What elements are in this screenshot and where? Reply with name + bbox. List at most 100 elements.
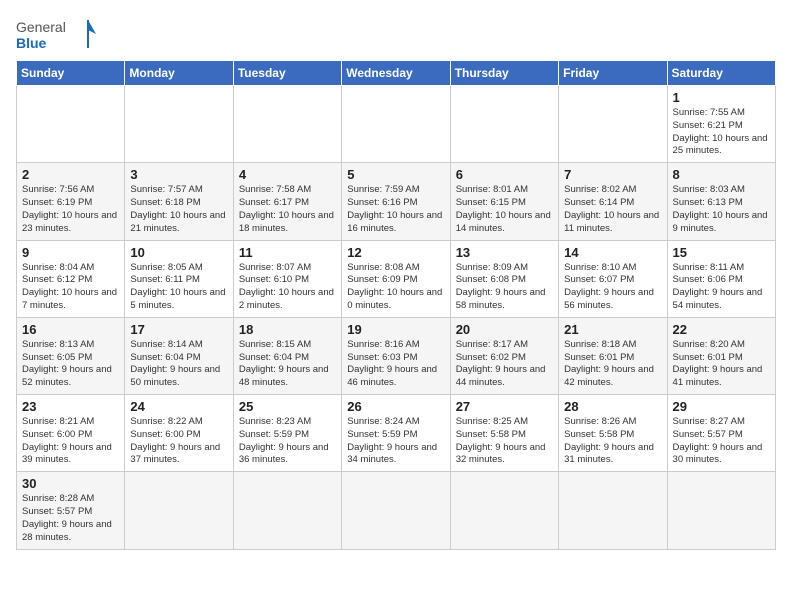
calendar-cell: 30 Sunrise: 8:28 AM Sunset: 5:57 PM Dayli… (17, 472, 125, 549)
weekday-header-friday: Friday (559, 61, 667, 86)
day-number: 16 (22, 322, 119, 337)
day-number: 27 (456, 399, 553, 414)
day-info: Sunrise: 8:21 AM Sunset: 6:00 PM Dayligh… (22, 416, 119, 467)
day-number: 1 (673, 90, 770, 105)
calendar-cell: 28 Sunrise: 8:26 AM Sunset: 5:58 PM Dayli… (559, 395, 667, 472)
day-number: 24 (130, 399, 227, 414)
weekday-header-thursday: Thursday (450, 61, 558, 86)
calendar-cell (125, 86, 233, 163)
day-number: 19 (347, 322, 444, 337)
calendar-cell (125, 472, 233, 549)
day-number: 30 (22, 476, 119, 491)
day-number: 8 (673, 167, 770, 182)
day-number: 4 (239, 167, 336, 182)
day-info: Sunrise: 8:04 AM Sunset: 6:12 PM Dayligh… (22, 262, 119, 313)
day-info: Sunrise: 8:07 AM Sunset: 6:10 PM Dayligh… (239, 262, 336, 313)
day-number: 21 (564, 322, 661, 337)
day-info: Sunrise: 8:18 AM Sunset: 6:01 PM Dayligh… (564, 339, 661, 390)
weekday-header-tuesday: Tuesday (233, 61, 341, 86)
svg-text:Blue: Blue (16, 35, 47, 51)
day-info: Sunrise: 7:59 AM Sunset: 6:16 PM Dayligh… (347, 184, 444, 235)
day-number: 10 (130, 245, 227, 260)
calendar-cell: 10 Sunrise: 8:05 AM Sunset: 6:11 PM Dayli… (125, 240, 233, 317)
day-number: 9 (22, 245, 119, 260)
calendar-cell: 26 Sunrise: 8:24 AM Sunset: 5:59 PM Dayli… (342, 395, 450, 472)
day-number: 11 (239, 245, 336, 260)
calendar-cell: 5 Sunrise: 7:59 AM Sunset: 6:16 PM Daylig… (342, 163, 450, 240)
day-info: Sunrise: 8:16 AM Sunset: 6:03 PM Dayligh… (347, 339, 444, 390)
calendar-cell: 7 Sunrise: 8:02 AM Sunset: 6:14 PM Daylig… (559, 163, 667, 240)
calendar-cell: 16 Sunrise: 8:13 AM Sunset: 6:05 PM Dayli… (17, 317, 125, 394)
calendar-cell: 15 Sunrise: 8:11 AM Sunset: 6:06 PM Dayli… (667, 240, 775, 317)
calendar-header: SundayMondayTuesdayWednesdayThursdayFrid… (17, 61, 776, 86)
day-number: 22 (673, 322, 770, 337)
day-info: Sunrise: 8:09 AM Sunset: 6:08 PM Dayligh… (456, 262, 553, 313)
calendar-table: SundayMondayTuesdayWednesdayThursdayFrid… (16, 60, 776, 550)
day-info: Sunrise: 7:58 AM Sunset: 6:17 PM Dayligh… (239, 184, 336, 235)
day-info: Sunrise: 8:15 AM Sunset: 6:04 PM Dayligh… (239, 339, 336, 390)
day-info: Sunrise: 8:02 AM Sunset: 6:14 PM Dayligh… (564, 184, 661, 235)
day-number: 5 (347, 167, 444, 182)
day-number: 12 (347, 245, 444, 260)
calendar-cell: 17 Sunrise: 8:14 AM Sunset: 6:04 PM Dayli… (125, 317, 233, 394)
day-number: 14 (564, 245, 661, 260)
calendar-cell: 22 Sunrise: 8:20 AM Sunset: 6:01 PM Dayli… (667, 317, 775, 394)
calendar-cell: 20Sunrise: 8:17 AM Sunset: 6:02 PM Dayli… (450, 317, 558, 394)
logo: General Blue (16, 16, 96, 52)
calendar-cell: 19 Sunrise: 8:16 AM Sunset: 6:03 PM Dayli… (342, 317, 450, 394)
day-info: Sunrise: 8:14 AM Sunset: 6:04 PM Dayligh… (130, 339, 227, 390)
calendar-cell (342, 86, 450, 163)
calendar-cell: 18 Sunrise: 8:15 AM Sunset: 6:04 PM Dayli… (233, 317, 341, 394)
day-info: Sunrise: 8:03 AM Sunset: 6:13 PM Dayligh… (673, 184, 770, 235)
day-number: 6 (456, 167, 553, 182)
day-number: 26 (347, 399, 444, 414)
calendar-cell (450, 472, 558, 549)
calendar-cell: 27Sunrise: 8:25 AM Sunset: 5:58 PM Dayli… (450, 395, 558, 472)
day-info: Sunrise: 7:56 AM Sunset: 6:19 PM Dayligh… (22, 184, 119, 235)
calendar-cell: 4 Sunrise: 7:58 AM Sunset: 6:17 PM Daylig… (233, 163, 341, 240)
calendar-cell: 25Sunrise: 8:23 AM Sunset: 5:59 PM Dayli… (233, 395, 341, 472)
calendar-cell: 29 Sunrise: 8:27 AM Sunset: 5:57 PM Dayli… (667, 395, 775, 472)
day-info: Sunrise: 8:22 AM Sunset: 6:00 PM Dayligh… (130, 416, 227, 467)
day-info: Sunrise: 7:55 AM Sunset: 6:21 PM Dayligh… (673, 107, 770, 158)
calendar-cell: 23 Sunrise: 8:21 AM Sunset: 6:00 PM Dayli… (17, 395, 125, 472)
day-info: Sunrise: 8:13 AM Sunset: 6:05 PM Dayligh… (22, 339, 119, 390)
day-info: Sunrise: 8:10 AM Sunset: 6:07 PM Dayligh… (564, 262, 661, 313)
day-number: 18 (239, 322, 336, 337)
day-info: Sunrise: 8:24 AM Sunset: 5:59 PM Dayligh… (347, 416, 444, 467)
calendar-cell: 2 Sunrise: 7:56 AM Sunset: 6:19 PM Daylig… (17, 163, 125, 240)
day-number: 7 (564, 167, 661, 182)
day-number: 17 (130, 322, 227, 337)
day-info: Sunrise: 8:20 AM Sunset: 6:01 PM Dayligh… (673, 339, 770, 390)
calendar-cell (559, 86, 667, 163)
day-number: 2 (22, 167, 119, 182)
day-info: Sunrise: 8:27 AM Sunset: 5:57 PM Dayligh… (673, 416, 770, 467)
calendar-cell (233, 472, 341, 549)
day-number: 29 (673, 399, 770, 414)
day-info: Sunrise: 8:26 AM Sunset: 5:58 PM Dayligh… (564, 416, 661, 467)
weekday-header-monday: Monday (125, 61, 233, 86)
svg-text:General: General (16, 19, 66, 35)
header: General Blue (16, 16, 776, 52)
logo-svg: General Blue (16, 16, 96, 52)
calendar-cell (450, 86, 558, 163)
day-number: 23 (22, 399, 119, 414)
calendar-cell: 9 Sunrise: 8:04 AM Sunset: 6:12 PM Daylig… (17, 240, 125, 317)
calendar-cell: 11 Sunrise: 8:07 AM Sunset: 6:10 PM Dayli… (233, 240, 341, 317)
day-info: Sunrise: 7:57 AM Sunset: 6:18 PM Dayligh… (130, 184, 227, 235)
day-info: Sunrise: 8:05 AM Sunset: 6:11 PM Dayligh… (130, 262, 227, 313)
calendar-cell: 24 Sunrise: 8:22 AM Sunset: 6:00 PM Dayli… (125, 395, 233, 472)
weekday-header-sunday: Sunday (17, 61, 125, 86)
day-number: 15 (673, 245, 770, 260)
day-number: 13 (456, 245, 553, 260)
day-info: Sunrise: 8:08 AM Sunset: 6:09 PM Dayligh… (347, 262, 444, 313)
day-info: Sunrise: 8:28 AM Sunset: 5:57 PM Dayligh… (22, 493, 119, 544)
calendar-cell: 8 Sunrise: 8:03 AM Sunset: 6:13 PM Daylig… (667, 163, 775, 240)
calendar-cell (17, 86, 125, 163)
day-info: Sunrise: 8:23 AM Sunset: 5:59 PM Dayligh… (239, 416, 336, 467)
day-info: Sunrise: 8:11 AM Sunset: 6:06 PM Dayligh… (673, 262, 770, 313)
calendar-cell: 14 Sunrise: 8:10 AM Sunset: 6:07 PM Dayli… (559, 240, 667, 317)
day-number: 3 (130, 167, 227, 182)
calendar-cell (342, 472, 450, 549)
day-number: 28 (564, 399, 661, 414)
